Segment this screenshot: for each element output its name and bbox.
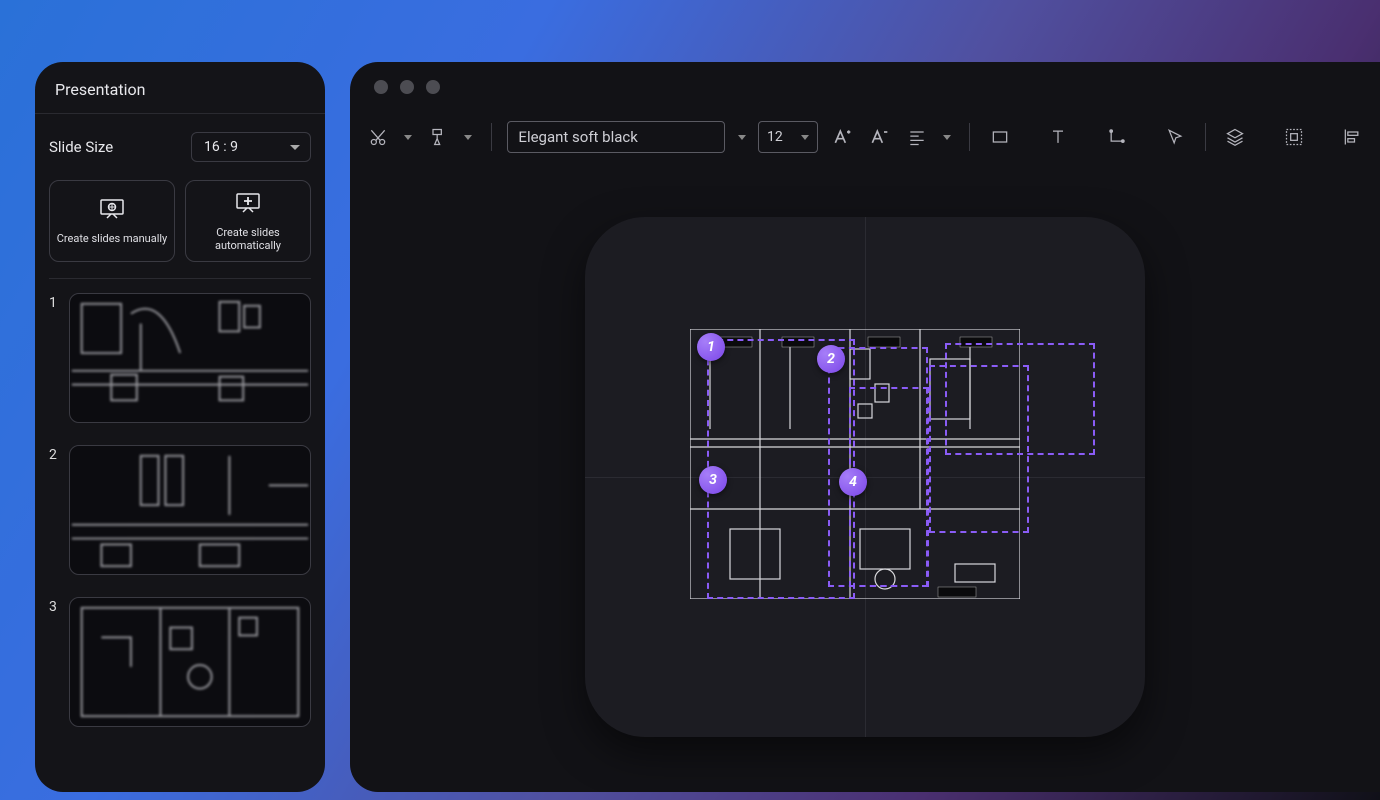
slide-size-label: Slide Size <box>49 138 113 156</box>
slide-thumbnail-row: 3 <box>49 597 311 727</box>
align-left-button[interactable] <box>1339 122 1366 152</box>
annotation-marker[interactable]: 4 <box>839 468 867 496</box>
font-size-select[interactable]: 12 <box>758 121 818 153</box>
create-auto-label: Create slides automatically <box>192 226 304 252</box>
annotation-marker[interactable]: 3 <box>699 466 727 494</box>
slide-size-row: Slide Size 16 : 9 <box>49 132 311 162</box>
presentation-sidebar: Presentation Slide Size 16 : 9 Create sl… <box>35 62 325 792</box>
toolbar-separator <box>969 123 970 151</box>
window-maximize-icon[interactable] <box>426 80 440 94</box>
annotation-marker[interactable]: 1 <box>697 333 725 361</box>
cut-dropdown[interactable] <box>401 122 414 152</box>
slide-size-select[interactable]: 16 : 9 <box>191 132 311 162</box>
editor-toolbar: Elegant soft black 12 <box>350 112 1380 162</box>
font-size-value: 12 <box>767 129 783 145</box>
font-family-dropdown[interactable] <box>735 122 748 152</box>
window-close-icon[interactable] <box>374 80 388 94</box>
canvas-area: 1 2 3 4 <box>350 162 1380 792</box>
toolbar-separator <box>1205 123 1206 151</box>
text-box-button[interactable] <box>1045 122 1072 152</box>
slide-thumbnail-row: 1 <box>49 293 311 423</box>
decrease-font-button[interactable] <box>866 122 893 152</box>
pointer-button[interactable] <box>1161 122 1188 152</box>
slide-index: 2 <box>49 447 61 463</box>
sidebar-title: Presentation <box>35 62 325 114</box>
sidebar-divider <box>49 278 311 279</box>
create-slides-auto-button[interactable]: Create slides automatically <box>185 180 311 262</box>
create-slides-manual-button[interactable]: Create slides manually <box>49 180 175 262</box>
layers-button[interactable] <box>1222 122 1249 152</box>
format-painter-dropdown[interactable] <box>462 122 475 152</box>
floorplan-thumbnail-icon <box>70 294 310 422</box>
annotation-marker[interactable]: 2 <box>817 345 845 373</box>
format-painter-button[interactable] <box>424 122 451 152</box>
create-manual-label: Create slides manually <box>57 232 168 245</box>
font-family-value: Elegant soft black <box>518 128 637 146</box>
text-align-button[interactable] <box>903 122 930 152</box>
create-slides-row: Create slides manually Create slides aut… <box>49 180 311 262</box>
text-align-dropdown[interactable] <box>940 122 953 152</box>
group-button[interactable] <box>1280 122 1307 152</box>
slide-thumbnail-row: 2 <box>49 445 311 575</box>
floorplan-image[interactable] <box>690 329 1020 599</box>
slides-manual-icon <box>100 197 124 222</box>
toolbar-separator <box>491 123 492 151</box>
connector-button[interactable] <box>1103 122 1130 152</box>
slide-index: 1 <box>49 295 61 311</box>
slide-thumbnail[interactable] <box>69 597 311 727</box>
sidebar-body: Slide Size 16 : 9 Create slides manually… <box>35 114 325 792</box>
cut-button[interactable] <box>364 122 391 152</box>
slide-size-value: 16 : 9 <box>204 139 238 155</box>
increase-font-button[interactable] <box>828 122 855 152</box>
slide-canvas[interactable]: 1 2 3 4 <box>585 217 1145 737</box>
slide-thumbnail[interactable] <box>69 293 311 423</box>
window-titlebar <box>350 62 1380 112</box>
floorplan-thumbnail-icon <box>70 446 310 574</box>
editor-window: Elegant soft black 12 <box>350 62 1380 792</box>
font-family-select[interactable]: Elegant soft black <box>507 121 725 153</box>
slides-auto-icon <box>236 191 260 216</box>
floorplan-thumbnail-icon <box>70 598 310 726</box>
slide-thumbnail[interactable] <box>69 445 311 575</box>
shape-rectangle-button[interactable] <box>986 122 1013 152</box>
window-minimize-icon[interactable] <box>400 80 414 94</box>
slide-index: 3 <box>49 599 61 615</box>
